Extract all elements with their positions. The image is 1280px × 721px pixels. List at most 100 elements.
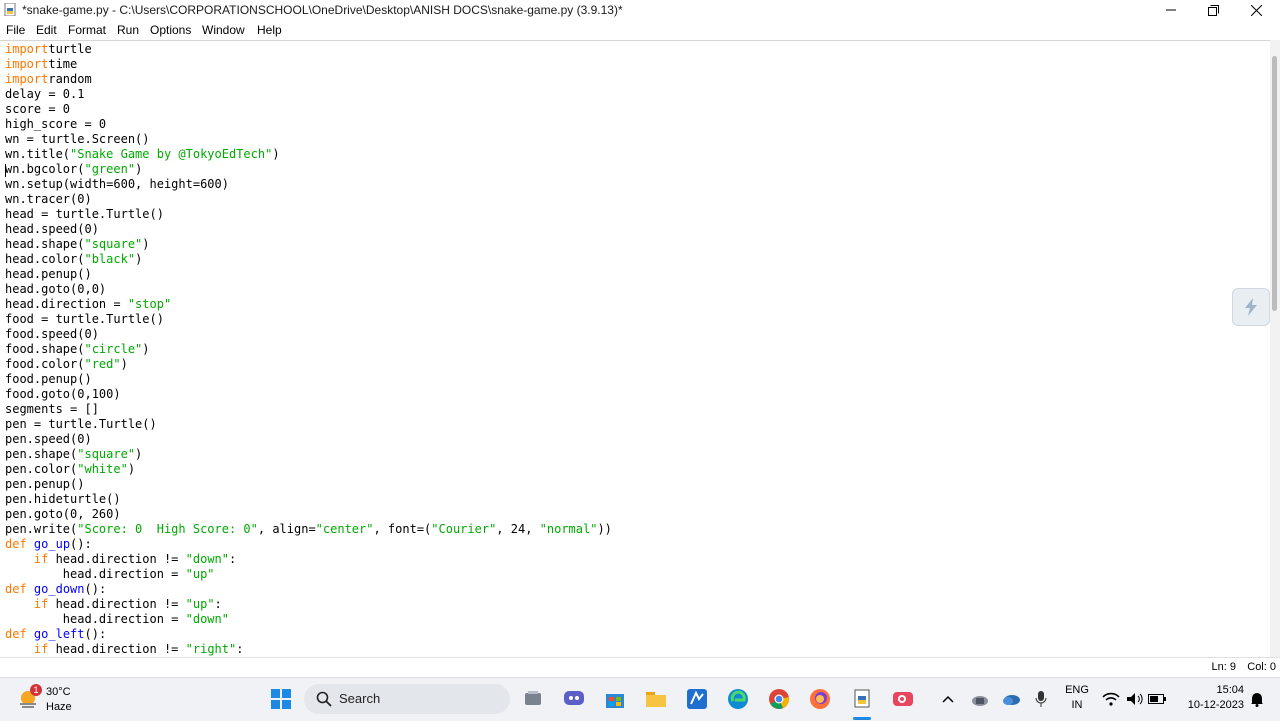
idle-taskbar-button[interactable] — [849, 686, 875, 712]
vertical-scrollbar[interactable] — [1270, 40, 1280, 657]
code-token: pen.color( — [5, 462, 78, 476]
code-token: head.color( — [5, 252, 85, 266]
vscode-button[interactable] — [684, 686, 710, 712]
language-indicator[interactable]: ENG IN — [1062, 684, 1092, 711]
code-line[interactable]: if head.direction != "up": — [5, 597, 1260, 612]
volume-tray-button[interactable] — [1124, 686, 1146, 712]
menu-file[interactable]: File — [6, 23, 25, 37]
close-button[interactable] — [1236, 0, 1276, 20]
code-line[interactable]: pen.speed(0) — [5, 432, 1260, 447]
code-line[interactable]: if head.direction != "down": — [5, 552, 1260, 567]
code-line[interactable]: head.direction = "stop" — [5, 297, 1260, 312]
code-token: import — [5, 57, 49, 71]
code-line[interactable]: food.speed(0) — [5, 327, 1260, 342]
code-token: "normal" — [539, 522, 598, 536]
battery-tray-button[interactable] — [1146, 686, 1168, 712]
code-line[interactable]: food.shape("circle") — [5, 342, 1260, 357]
code-token: def — [5, 537, 27, 551]
weather-widget[interactable]: 1 30°C Haze — [16, 684, 96, 716]
code-token: import — [5, 72, 49, 86]
code-line[interactable]: segments = [] — [5, 402, 1260, 417]
code-line[interactable]: head.shape("square") — [5, 237, 1260, 252]
code-line[interactable]: head.direction = "up" — [5, 567, 1260, 582]
code-line[interactable]: head.penup() — [5, 267, 1260, 282]
code-line[interactable]: pen = turtle.Turtle() — [5, 417, 1260, 432]
code-token: ) — [135, 252, 143, 266]
onedrive-tray-button[interactable] — [1000, 686, 1022, 712]
code-token: "square" — [84, 237, 143, 251]
notification-bell-icon — [1251, 693, 1263, 707]
code-line[interactable]: def go_left(): — [5, 627, 1260, 642]
code-line[interactable]: head.speed(0) — [5, 222, 1260, 237]
notifications-button[interactable] — [1246, 686, 1268, 712]
file-explorer-button[interactable] — [643, 686, 669, 712]
code-line[interactable]: score = 0 — [5, 102, 1260, 117]
code-line[interactable]: wn.bgcolor("green") — [5, 162, 1260, 177]
code-line[interactable]: food.goto(0,100) — [5, 387, 1260, 402]
edge-button[interactable] — [725, 686, 751, 712]
code-line[interactable]: pen.write("Score: 0 High Score: 0", alig… — [5, 522, 1260, 537]
scrollbar-thumb[interactable] — [1272, 56, 1277, 311]
minimize-button[interactable] — [1151, 0, 1191, 20]
code-token: wn.bgcolor( — [5, 162, 85, 176]
code-line[interactable]: head = turtle.Turtle() — [5, 207, 1260, 222]
code-line[interactable]: head.direction = "down" — [5, 612, 1260, 627]
code-line[interactable]: head.color("black") — [5, 252, 1260, 267]
teams-chat-button[interactable] — [561, 686, 587, 712]
wifi-tray-button[interactable] — [1100, 686, 1122, 712]
menu-help[interactable]: Help — [257, 23, 282, 37]
start-button[interactable] — [268, 686, 294, 712]
floating-widget-button[interactable] — [1232, 288, 1270, 326]
chrome-button[interactable] — [766, 686, 792, 712]
code-line[interactable]: food.color("red") — [5, 357, 1260, 372]
code-token: ) — [135, 447, 143, 461]
code-line[interactable]: if head.direction != "right": — [5, 642, 1260, 657]
code-line[interactable]: importtime — [5, 57, 1260, 72]
code-editor[interactable]: importturtle importtime importrandom delay … — [5, 42, 1260, 657]
code-line[interactable]: pen.color("white") — [5, 462, 1260, 477]
taskbar-search[interactable]: Search — [304, 684, 510, 714]
code-line[interactable]: wn = turtle.Screen() — [5, 132, 1260, 147]
code-token: go_left — [33, 627, 85, 641]
code-line[interactable]: food = turtle.Turtle() — [5, 312, 1260, 327]
code-line[interactable]: high_score = 0 — [5, 117, 1260, 132]
microphone-icon — [1035, 691, 1047, 707]
code-line[interactable]: delay = 0.1 — [5, 87, 1260, 102]
code-line[interactable]: wn.tracer(0) — [5, 192, 1260, 207]
code-line[interactable]: def go_up(): — [5, 537, 1260, 552]
code-token: def — [5, 582, 27, 596]
recorder-button[interactable] — [890, 686, 916, 712]
clock[interactable]: 15:04 10-12-2023 — [1178, 684, 1244, 711]
code-line[interactable]: food.penup() — [5, 372, 1260, 387]
code-line[interactable]: head.goto(0,0) — [5, 282, 1260, 297]
menu-format[interactable]: Format — [68, 23, 106, 37]
teams-chat-icon — [564, 691, 584, 705]
menu-run[interactable]: Run — [117, 23, 139, 37]
code-line[interactable]: pen.penup() — [5, 477, 1260, 492]
menu-window[interactable]: Window — [202, 23, 245, 37]
store-icon — [606, 694, 624, 708]
code-line[interactable]: def go_down(): — [5, 582, 1260, 597]
menu-options[interactable]: Options — [150, 23, 191, 37]
code-line[interactable]: wn.title("Snake Game by @TokyoEdTech") — [5, 147, 1260, 162]
maximize-button[interactable] — [1193, 0, 1233, 20]
microphone-tray-button[interactable] — [1030, 686, 1052, 712]
code-token: head.direction != — [48, 642, 186, 656]
show-hidden-icons-button[interactable] — [938, 686, 958, 712]
code-line[interactable]: importrandom — [5, 72, 1260, 87]
code-line[interactable]: pen.shape("square") — [5, 447, 1260, 462]
firefox-button[interactable] — [807, 686, 833, 712]
task-view-button[interactable] — [520, 686, 546, 712]
code-line[interactable]: importturtle — [5, 42, 1260, 57]
code-line[interactable]: pen.hideturtle() — [5, 492, 1260, 507]
code-line[interactable]: pen.goto(0, 260) — [5, 507, 1260, 522]
menu-edit[interactable]: Edit — [36, 23, 57, 37]
store-button[interactable] — [602, 686, 628, 712]
python-file-icon — [4, 3, 16, 16]
code-line[interactable]: wn.setup(width=600, height=600) — [5, 177, 1260, 192]
network-tray-button[interactable] — [969, 686, 991, 712]
idle-app-icon — [1245, 298, 1257, 316]
code-token: "Score: 0 High Score: 0" — [77, 522, 258, 536]
